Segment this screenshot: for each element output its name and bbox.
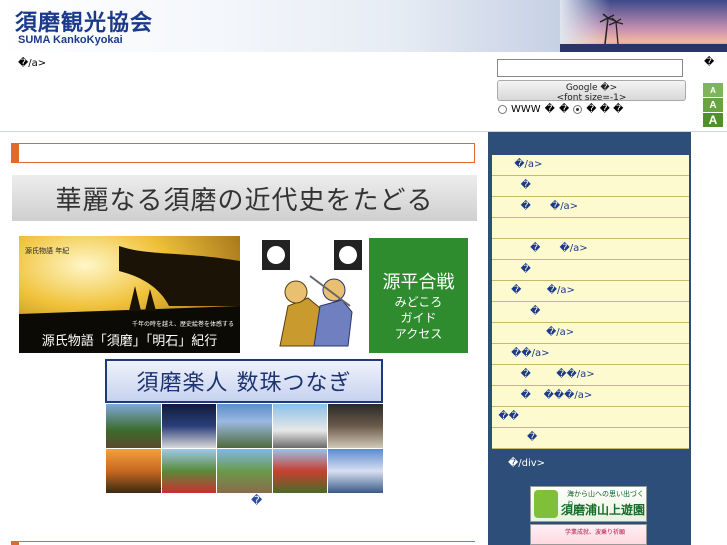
photo-thumb bbox=[106, 449, 161, 493]
main-heading-box bbox=[11, 143, 475, 163]
park-badge-icon bbox=[534, 490, 558, 518]
genji-banner-logo: 源氏物語 年紀 bbox=[25, 247, 70, 255]
menu-item[interactable]: �� bbox=[492, 407, 689, 428]
menu-item[interactable]: �/a> bbox=[492, 323, 689, 344]
search-button-sublabel: <font size=-1> bbox=[556, 93, 627, 101]
photo-grid[interactable] bbox=[106, 404, 383, 493]
font-size-small-button[interactable]: A bbox=[703, 83, 723, 98]
genpei-access: アクセス bbox=[394, 327, 443, 341]
menu-item[interactable]: �/a> bbox=[492, 155, 689, 176]
option-glyph-2: � bbox=[558, 104, 570, 115]
menu-item[interactable]: � �/a> bbox=[492, 197, 689, 218]
option-glyph-1: � bbox=[544, 104, 555, 115]
photo-caption-glyph[interactable]: � bbox=[251, 494, 262, 507]
header-corner-glyph: � bbox=[704, 57, 715, 68]
photo-thumb bbox=[161, 404, 217, 448]
photo-thumb bbox=[328, 404, 383, 448]
genpei-title: 源平合戦 bbox=[382, 272, 455, 293]
modern-history-banner[interactable]: 華麗なる須磨の近代史をたどる bbox=[12, 175, 477, 221]
sidebar-menu: �/a> � � �/a> � �/a> � � �/a> � �/a> ��/… bbox=[492, 155, 689, 449]
photo-thumb bbox=[217, 404, 272, 448]
photo-thumb bbox=[106, 404, 161, 448]
menu-item[interactable]: � bbox=[492, 428, 689, 449]
genji-banner-tagline: 千年の時を越え、歴史絵巻を体感する bbox=[131, 321, 234, 328]
genji-banner-caption: 源氏物語「須磨」「明石」紀行 bbox=[41, 334, 218, 349]
font-size-large-button[interactable]: A bbox=[703, 113, 723, 128]
search-scope-options: WWW � � � � � bbox=[498, 104, 623, 115]
menu-item[interactable]: � �/a> bbox=[492, 239, 689, 260]
genpei-info-panel: 源平合戦 みどころ ガイド アクセス bbox=[369, 238, 468, 353]
menu-item[interactable]: � ��/a> bbox=[492, 365, 689, 386]
genpei-guide: ガイド bbox=[400, 311, 437, 325]
font-size-switcher: A A A bbox=[703, 83, 723, 128]
sumaura-park-banner[interactable]: 海から山への思い出づくり 須磨浦山上遊園 bbox=[530, 486, 647, 522]
radio-site-label: � � � bbox=[586, 104, 624, 115]
genpei-highlights: みどころ bbox=[394, 295, 443, 309]
top-nav-link[interactable]: �/a> bbox=[18, 58, 46, 69]
radio-www-label: WWW bbox=[511, 104, 541, 115]
photo-thumb bbox=[272, 449, 328, 493]
menu-item[interactable]: � bbox=[492, 176, 689, 197]
photo-thumb bbox=[217, 449, 272, 493]
menu-item[interactable]: ��/a> bbox=[492, 344, 689, 365]
park-banner-title: 須磨浦山上遊園 bbox=[561, 503, 646, 517]
photo-thumb bbox=[328, 449, 383, 493]
site-header: 須磨観光協会 SUMA KankoKyokai bbox=[0, 0, 727, 52]
page: 須磨観光協会 SUMA KankoKyokai �/a> Google �> <… bbox=[0, 0, 727, 545]
site-logo-title[interactable]: 須磨観光協会 bbox=[15, 5, 153, 37]
next-heading-box bbox=[11, 541, 475, 545]
menu-item[interactable]: � bbox=[492, 260, 689, 281]
sidebar-div-text: �/div> bbox=[508, 458, 546, 469]
menu-item[interactable] bbox=[492, 218, 689, 239]
radio-www[interactable] bbox=[498, 105, 507, 114]
photo-thumb bbox=[272, 404, 328, 448]
radio-site[interactable] bbox=[573, 105, 583, 114]
modern-history-banner-text: 華麗なる須磨の近代史をたどる bbox=[55, 185, 434, 216]
menu-item[interactable]: � �/a> bbox=[492, 281, 689, 302]
search-button-label: Google �> bbox=[565, 83, 618, 93]
genpei-war-banner[interactable]: 源平合戦 みどころ ガイド アクセス bbox=[250, 236, 468, 353]
menu-item[interactable]: � ���/a> bbox=[492, 386, 689, 407]
suma-rakujin-banner[interactable]: 須磨楽人 数珠つなぎ bbox=[105, 359, 383, 403]
genji-journey-banner[interactable]: 源氏物語 年紀 千年の時を越え、歴史絵巻を体感する 源氏物語「須磨」「明石」紀行 bbox=[19, 236, 240, 353]
photo-thumb bbox=[161, 449, 217, 493]
shrine-banner[interactable]: 学業成就、波乗り祈願 bbox=[530, 524, 647, 545]
font-size-medium-button[interactable]: A bbox=[703, 98, 723, 113]
search-input[interactable] bbox=[497, 59, 683, 77]
genpei-warriors-illustration bbox=[262, 240, 362, 347]
suma-rakujin-banner-text: 須磨楽人 数珠つなぎ bbox=[136, 371, 352, 396]
menu-item[interactable]: � bbox=[492, 302, 689, 323]
google-search-button[interactable]: Google �> <font size=-1> bbox=[497, 80, 686, 101]
header-sunset-photo bbox=[560, 0, 727, 52]
site-logo-subtitle: SUMA KankoKyokai bbox=[18, 34, 123, 46]
